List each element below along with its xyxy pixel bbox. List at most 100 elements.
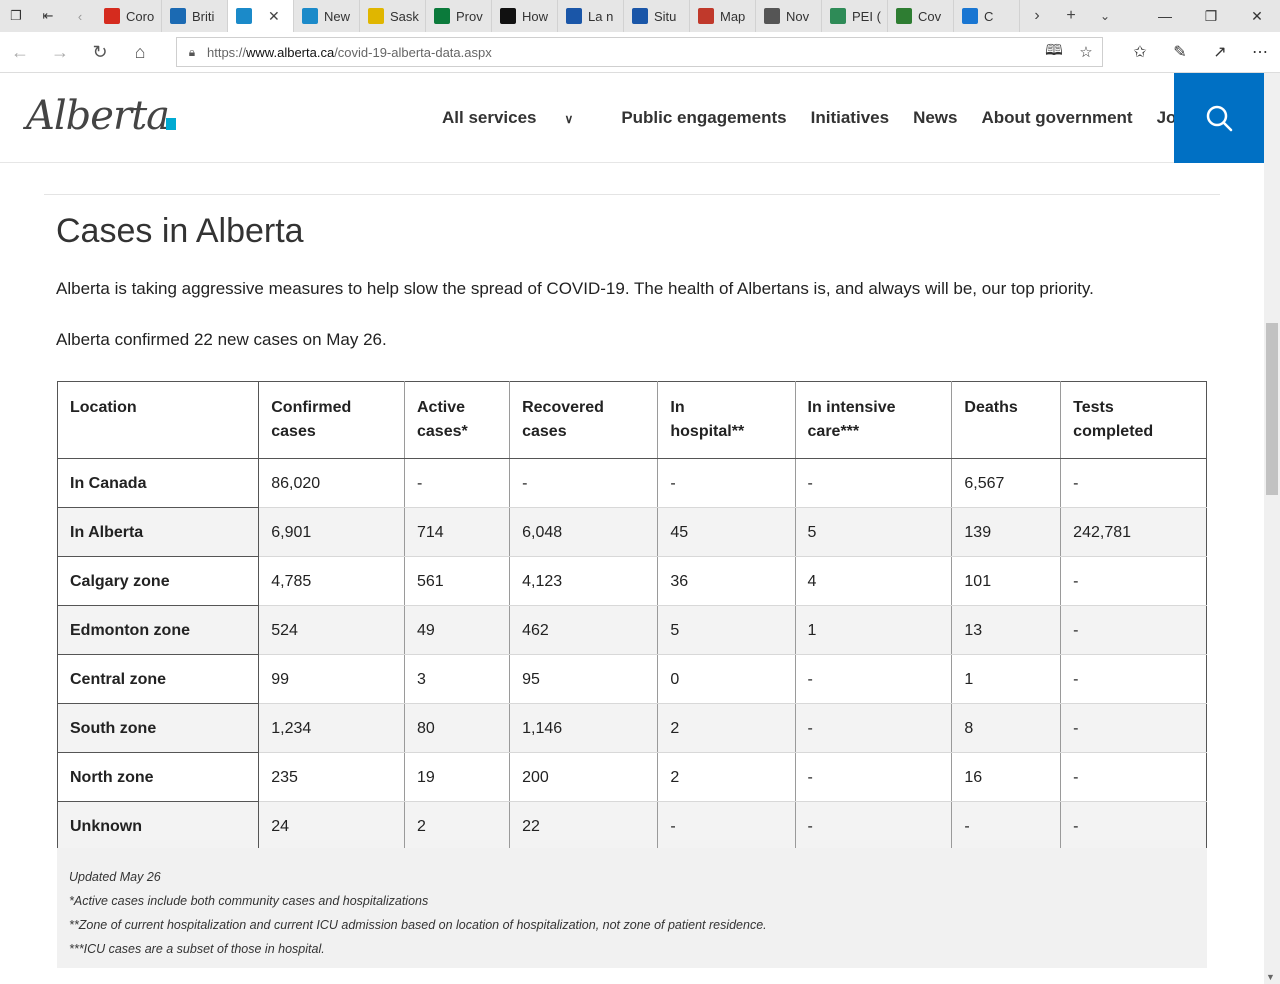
table-cell: 714 <box>404 507 511 557</box>
nb-icon <box>698 8 714 24</box>
close-window-icon[interactable]: ✕ <box>1234 0 1280 32</box>
nav-public-engagements[interactable]: Public engagements <box>621 108 786 128</box>
column-header-line: Confirmed <box>271 399 352 416</box>
globe-icon <box>896 8 912 24</box>
table-cell: 139 <box>951 507 1062 557</box>
column-header-line: Recovered <box>522 399 604 416</box>
main-nav: All services ∨ Public engagements Initiat… <box>442 108 1220 128</box>
favorite-star-icon[interactable]: ☆ <box>1070 43 1102 61</box>
maple-leaf-icon <box>104 8 120 24</box>
table-header-row: Location Confirmed cases Active cases* Recove… <box>56 381 1207 459</box>
updated-note: Updated May 26 <box>69 870 161 884</box>
minimize-icon[interactable]: — <box>1142 0 1188 32</box>
close-tab-icon[interactable]: ✕ <box>268 8 280 25</box>
table-cell: - <box>509 458 659 508</box>
restore-icon[interactable]: ❐ <box>1188 0 1234 32</box>
browser-tab[interactable]: Nov <box>756 0 822 32</box>
column-header: Tests completed <box>1060 381 1207 459</box>
search-button[interactable] <box>1174 73 1264 163</box>
table-cell: - <box>1060 703 1207 753</box>
browser-tab[interactable]: Briti <box>162 0 228 32</box>
tab-actions-icon[interactable]: ❐ <box>0 0 32 32</box>
favorites-icon[interactable]: ✩ <box>1120 32 1160 72</box>
table-cell: - <box>657 801 796 851</box>
nl-icon <box>962 8 978 24</box>
scroll-tabs-right-icon[interactable]: › <box>1020 0 1054 32</box>
scroll-down-icon[interactable]: ▼ <box>1266 972 1275 982</box>
new-tab-icon[interactable]: + <box>1054 0 1088 32</box>
browser-tab[interactable]: Cov <box>888 0 954 32</box>
home-icon[interactable]: ⌂ <box>120 32 160 72</box>
browser-tab[interactable]: Situ <box>624 0 690 32</box>
table-cell: 45 <box>657 507 796 557</box>
browser-tab[interactable]: How <box>492 0 558 32</box>
nav-news[interactable]: News <box>913 108 957 128</box>
ns-icon <box>764 8 780 24</box>
tab-list-chevron-icon[interactable]: ⌄ <box>1088 0 1122 32</box>
back-icon[interactable]: ← <box>0 32 40 72</box>
table-cell: 462 <box>509 605 659 655</box>
refresh-icon[interactable]: ↻ <box>80 32 120 72</box>
table-cell: - <box>795 801 953 851</box>
column-header-line: cases <box>271 423 316 440</box>
column-header-line: In <box>670 399 685 416</box>
browser-tab[interactable]: La n <box>558 0 624 32</box>
url-text: https://www.alberta.ca/covid-19-alberta-… <box>207 44 492 60</box>
nav-about-government[interactable]: About government <box>981 108 1132 128</box>
pen-icon[interactable]: ✎ <box>1160 32 1200 72</box>
quebec-icon <box>632 8 648 24</box>
table-cell: 95 <box>509 654 659 704</box>
alberta-icon <box>302 8 318 24</box>
reading-view-icon[interactable]: 🕮︎ <box>1038 40 1070 65</box>
table-cell: 1,234 <box>258 703 405 753</box>
row-location: In Alberta <box>56 507 260 557</box>
tab-label: La n <box>588 8 614 24</box>
browser-tab[interactable]: Prov <box>426 0 492 32</box>
browser-tab[interactable]: New <box>294 0 360 32</box>
table-cell: 0 <box>657 654 796 704</box>
more-icon[interactable]: ⋯ <box>1240 32 1280 72</box>
cases-table: Location Confirmed cases Active cases* Recove… <box>56 381 1207 851</box>
row-location: In Canada <box>56 458 260 508</box>
forward-icon[interactable]: → <box>40 32 80 72</box>
search-icon <box>1206 105 1233 132</box>
table-row: South zone 1,234 80 1,146 2-8- <box>56 703 1207 753</box>
set-tabs-aside-icon[interactable]: ⇤ <box>32 0 64 32</box>
browser-tab[interactable]: PEI ( <box>822 0 888 32</box>
table-cell: 5 <box>657 605 796 655</box>
tab-label: PEI ( <box>852 8 881 24</box>
browser-tab[interactable]: Map <box>690 0 756 32</box>
alberta-logo[interactable]: Alberta <box>26 93 170 139</box>
table-cell: 235 <box>258 752 405 802</box>
ontario-icon <box>500 8 516 24</box>
browser-tab[interactable]: ✕ <box>228 0 294 32</box>
url-field[interactable]: 🔒︎ https://www.alberta.ca/covid-19-alber… <box>176 37 1103 67</box>
table-cell: - <box>1060 556 1207 606</box>
column-header: Confirmed cases <box>258 381 405 459</box>
nav-all-services[interactable]: All services ∨ <box>442 108 597 128</box>
browser-tab[interactable]: Coro <box>96 0 162 32</box>
share-icon[interactable]: ↗ <box>1200 32 1240 72</box>
browser-tab[interactable]: C <box>954 0 1020 32</box>
table-cell: 49 <box>404 605 511 655</box>
active-cases-note: *Active cases include both community cas… <box>69 894 429 908</box>
table-cell: - <box>1060 458 1207 508</box>
browser-tab[interactable]: Sask <box>360 0 426 32</box>
column-header-line: Location <box>70 399 137 416</box>
scrollbar-thumb[interactable] <box>1266 323 1278 495</box>
table-cell: 4,123 <box>509 556 659 606</box>
nav-initiatives[interactable]: Initiatives <box>811 108 889 128</box>
icu-note: ***ICU cases are a subset of those in ho… <box>69 942 325 956</box>
alberta-icon <box>236 8 252 24</box>
tab-label: Cov <box>918 8 942 24</box>
address-bar: ← → ↻ ⌂ 🔒︎ https://www.alberta.ca/covid-… <box>0 32 1280 73</box>
tab-label: C <box>984 8 994 24</box>
table-cell: 200 <box>509 752 659 802</box>
table-cell: - <box>795 703 953 753</box>
page-scrollbar[interactable]: ▼ <box>1264 73 1280 984</box>
table-cell: 524 <box>258 605 405 655</box>
scroll-tabs-left-icon[interactable]: ‹ <box>64 0 96 32</box>
hospitalization-note: **Zone of current hospitalization and cu… <box>69 918 767 932</box>
table-cell: 36 <box>657 556 796 606</box>
table-cell: 2 <box>657 703 796 753</box>
